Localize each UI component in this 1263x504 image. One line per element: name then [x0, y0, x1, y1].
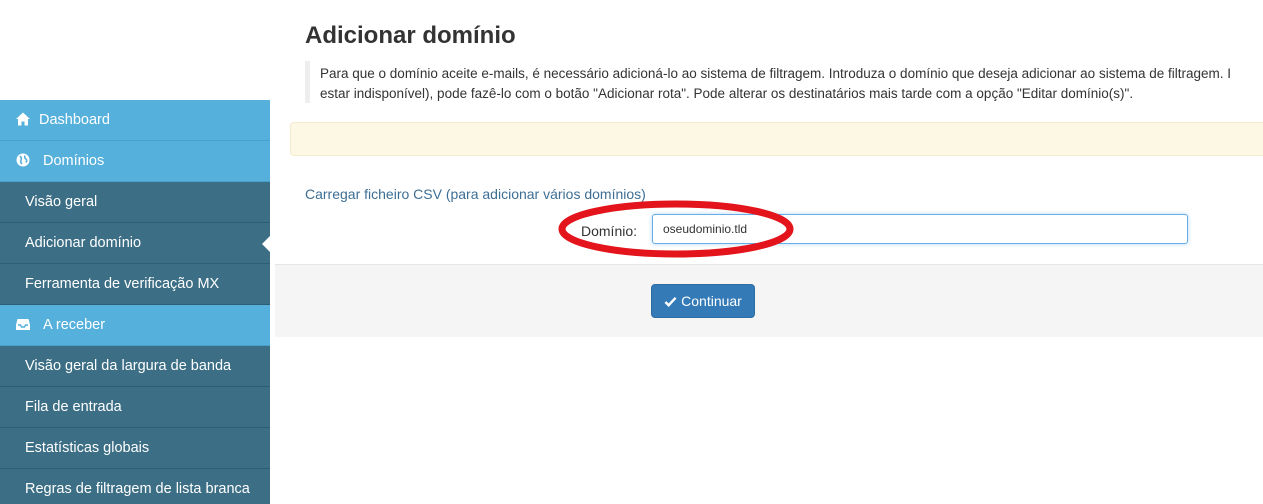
sidebar-item-largura-banda[interactable]: Visão geral da largura de banda — [0, 346, 270, 387]
check-icon — [664, 296, 677, 307]
description-line: estar indisponível), pode fazê-lo com o … — [320, 86, 1134, 101]
description-line: Para que o domínio aceite e-mails, é nec… — [320, 66, 1231, 81]
continue-button-label: Continuar — [681, 293, 742, 309]
sidebar-item-visao-geral[interactable]: Visão geral — [0, 182, 270, 223]
sidebar: Dashboard Domínios Visão geral Adicionar… — [0, 100, 270, 504]
sidebar-item-label: Fila de entrada — [25, 399, 122, 415]
sidebar-item-dominios[interactable]: Domínios — [0, 141, 270, 182]
sidebar-item-label: Domínios — [43, 153, 105, 169]
sidebar-item-label: Regras de filtragem de lista branca — [25, 481, 250, 497]
domain-input[interactable] — [652, 214, 1188, 244]
sidebar-item-a-receber[interactable]: A receber — [0, 305, 270, 346]
continue-button[interactable]: Continuar — [651, 284, 755, 318]
domain-label: Domínio: — [581, 223, 638, 239]
inbox-icon — [16, 319, 30, 330]
sidebar-item-label: Estatísticas globais — [25, 440, 150, 456]
sidebar-item-ferramenta-mx[interactable]: Ferramenta de verificação MX — [0, 264, 270, 305]
home-icon — [16, 112, 30, 126]
sidebar-item-label: Ferramenta de verificação MX — [25, 276, 220, 292]
sidebar-item-estatisticas[interactable]: Estatísticas globais — [0, 428, 270, 469]
sidebar-item-label: Visão geral — [25, 194, 98, 210]
form-actions — [275, 264, 1263, 337]
page-title: Adicionar domínio — [305, 22, 516, 49]
sidebar-item-adicionar-dominio[interactable]: Adicionar domínio — [0, 223, 270, 264]
sidebar-item-label: Dashboard — [39, 112, 110, 128]
sidebar-item-label: A receber — [43, 317, 106, 333]
sidebar-item-label: Adicionar domínio — [25, 235, 142, 251]
alert-box — [290, 122, 1263, 156]
sidebar-item-fila-entrada[interactable]: Fila de entrada — [0, 387, 270, 428]
sidebar-item-dashboard[interactable]: Dashboard — [0, 100, 270, 141]
globe-icon — [16, 153, 30, 167]
page-description: Para que o domínio aceite e-mails, é nec… — [305, 61, 1263, 103]
sidebar-item-label: Visão geral da largura de banda — [25, 358, 232, 374]
sidebar-item-lista-branca[interactable]: Regras de filtragem de lista branca — [0, 469, 270, 504]
upload-csv-link[interactable]: Carregar ficheiro CSV (para adicionar vá… — [305, 186, 646, 202]
